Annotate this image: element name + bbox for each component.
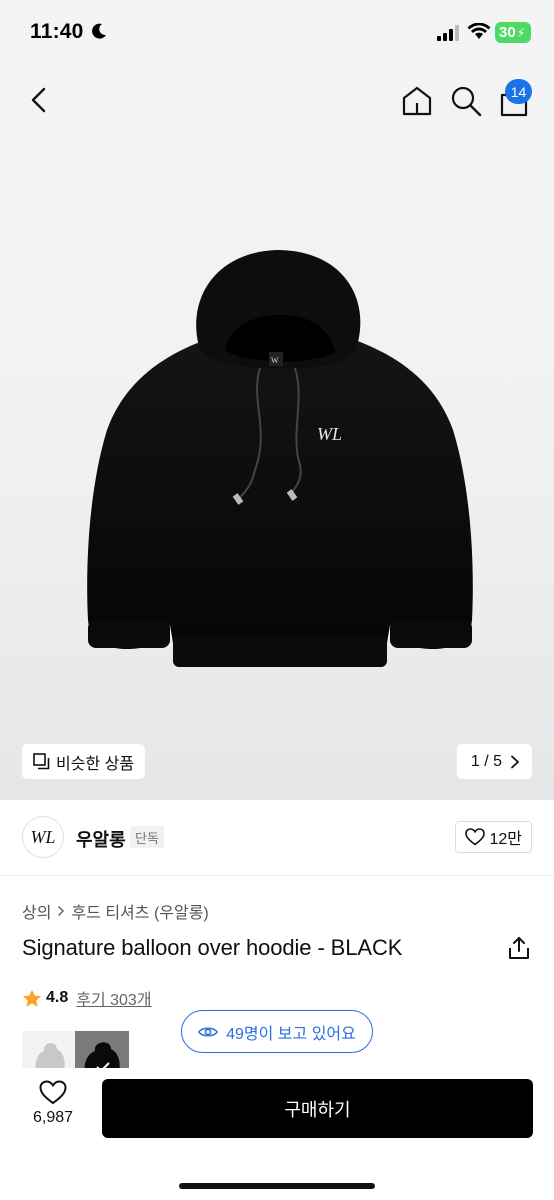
- status-bar: 11:40 30 ⚡: [0, 0, 554, 64]
- grey-hoodie-thumbnail: [35, 1043, 65, 1073]
- wifi-icon: [467, 23, 491, 39]
- similar-products-button[interactable]: 비슷한 상품: [22, 744, 146, 779]
- viewers-text: 49명이 보고 있어요: [226, 1025, 356, 1043]
- color-option-black[interactable]: [75, 1031, 129, 1073]
- status-time: 11:40: [30, 20, 84, 43]
- product-title: Signature balloon over hoodie - BLACK: [22, 935, 403, 960]
- wishlist-count: 6,987: [32, 1109, 74, 1126]
- breadcrumb: 상의 후드 티셔츠 (우알롱): [22, 899, 209, 923]
- rating-row: 4.8 후기 303개: [22, 986, 152, 1010]
- brand-logo-text: WL: [30, 826, 56, 847]
- color-option-grey[interactable]: [22, 1031, 76, 1073]
- chevron-right-icon: [58, 905, 65, 917]
- brand-logo[interactable]: WL: [22, 816, 64, 858]
- product-image-gallery[interactable]: W WL: [0, 0, 554, 800]
- black-hoodie-thumbnail: [75, 1031, 129, 1073]
- brand-name[interactable]: 우알롱: [76, 826, 126, 852]
- battery-level: 30: [499, 24, 516, 41]
- brand-like-button[interactable]: 12만: [455, 821, 532, 853]
- breadcrumb-item[interactable]: 후드 티셔츠 (우알롱): [71, 899, 208, 923]
- wishlist-button[interactable]: 6,987: [26, 1080, 80, 1136]
- exclusive-badge: 단독: [130, 826, 164, 848]
- battery-indicator: 30 ⚡: [495, 22, 531, 43]
- viewers-count-pill: 49명이 보고 있어요: [181, 1010, 373, 1053]
- breadcrumb-item[interactable]: 상의: [22, 899, 51, 923]
- product-image: W WL: [87, 250, 473, 667]
- home-indicator: [179, 1183, 375, 1189]
- star-icon: [23, 989, 41, 1007]
- buy-button[interactable]: 구매하기: [102, 1079, 533, 1138]
- do-not-disturb-icon: [92, 23, 106, 39]
- heart-icon: [39, 1080, 67, 1105]
- similar-icon: [33, 753, 50, 770]
- similar-products-label: 비슷한 상품: [56, 755, 135, 773]
- svg-text:W: W: [271, 356, 279, 365]
- cart-count-badge: 14: [505, 79, 532, 104]
- image-page-indicator[interactable]: 1 / 5: [456, 744, 532, 779]
- reviews-link[interactable]: 후기 303개: [76, 986, 151, 1010]
- home-icon[interactable]: [400, 84, 434, 118]
- search-icon[interactable]: [449, 84, 483, 118]
- back-icon[interactable]: [24, 84, 56, 116]
- rating-value: 4.8: [46, 989, 69, 1006]
- brand-like-count: 12만: [489, 831, 522, 848]
- cellular-signal-icon: [437, 25, 459, 41]
- charging-icon: ⚡: [516, 25, 526, 40]
- chevron-right-icon: [511, 755, 520, 768]
- page-indicator-text: 1 / 5: [470, 752, 502, 770]
- svg-text:WL: WL: [317, 424, 342, 444]
- eye-icon: [198, 1026, 219, 1037]
- heart-icon: [465, 828, 486, 846]
- share-icon[interactable]: [506, 935, 532, 961]
